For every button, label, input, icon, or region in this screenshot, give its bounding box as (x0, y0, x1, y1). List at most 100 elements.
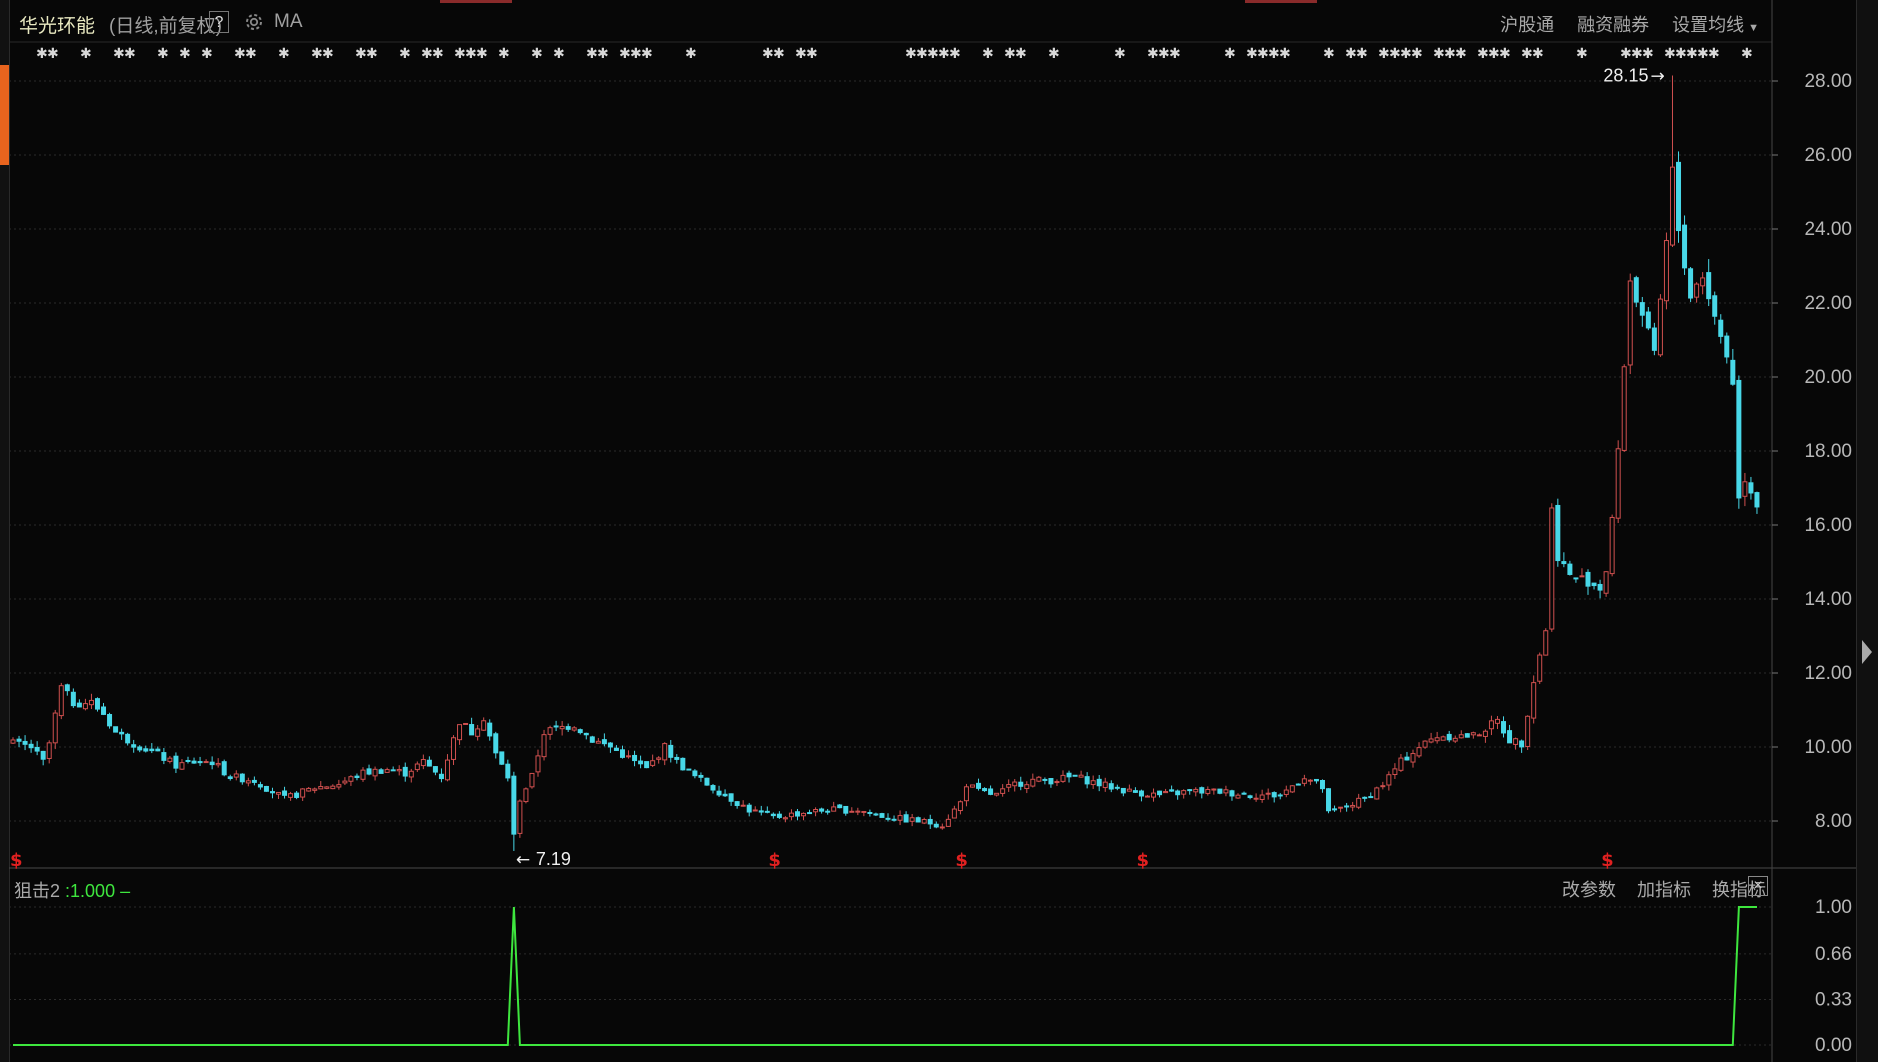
candle (571, 726, 577, 732)
candle (1446, 730, 1452, 743)
candle-body (1193, 788, 1199, 793)
right-scroll-strip[interactable] (1856, 0, 1878, 1062)
kline-chart[interactable]: 28.00 26.00 24.00 22.00 20.00 18.00 16.00 14.00… (0, 0, 1878, 1062)
event-marker-icon: ✱ (322, 46, 334, 62)
candle (746, 802, 752, 817)
candle-body (64, 684, 70, 692)
candle (52, 709, 58, 750)
add-indicator-button[interactable]: 加指标 (1637, 880, 1691, 900)
candle (1386, 771, 1392, 791)
candle-body (1754, 492, 1760, 508)
candle-body (933, 823, 939, 828)
event-marker-icon: ✱ (1246, 46, 1258, 62)
candle-body (1247, 795, 1253, 799)
candle-body (342, 780, 348, 784)
candle-body (113, 726, 119, 733)
event-marker-icon: ✱ (1532, 46, 1544, 62)
candle-body (457, 724, 463, 741)
candle (1163, 788, 1169, 794)
candle-body (1603, 571, 1609, 594)
help-button[interactable]: ? (209, 11, 229, 33)
signal-marker: $ (955, 850, 968, 871)
candle-body (758, 810, 764, 813)
candle (28, 739, 34, 753)
candle-body (939, 826, 945, 829)
candle-body (1319, 780, 1325, 790)
candle (861, 810, 867, 817)
high-price-label: 28.15 (1603, 65, 1648, 85)
candle-body (903, 814, 909, 823)
event-marker-icon: ✱ (245, 46, 257, 62)
candle-body (1513, 738, 1519, 745)
candle-body (716, 790, 722, 796)
candle (1102, 777, 1108, 792)
candle (40, 750, 46, 766)
stock-name[interactable]: 华光环能 (19, 11, 95, 38)
candle-body (1283, 789, 1289, 795)
candle-body (1706, 272, 1712, 300)
period-adjust-label[interactable]: (日线,前复权) (109, 11, 222, 38)
candle-body (1669, 166, 1675, 246)
candle-body (22, 740, 28, 745)
candle-body (52, 712, 58, 744)
price-tick-label: 8.00 (1815, 811, 1852, 832)
candle-body (1108, 783, 1114, 790)
candle (1488, 715, 1494, 736)
candle-body (251, 779, 257, 783)
gear-icon[interactable] (242, 10, 266, 34)
candle (64, 683, 70, 696)
expand-arrow-icon[interactable] (1862, 640, 1872, 664)
candle (867, 809, 873, 817)
candle (686, 768, 692, 771)
candle (1217, 788, 1223, 795)
ma-settings-link[interactable]: 设置均线 ▼ (1672, 15, 1759, 35)
candle (1657, 294, 1663, 358)
candle (1036, 775, 1042, 783)
candle-body (1301, 778, 1307, 784)
candle-body (976, 782, 982, 789)
candle-body (957, 801, 963, 812)
candle (710, 783, 716, 794)
ma-indicator-label[interactable]: MA (274, 11, 303, 33)
candle-body (674, 756, 680, 760)
event-marker-icon: ✱ (1323, 46, 1335, 62)
candle (1151, 788, 1157, 802)
candle (354, 773, 360, 781)
event-marker-icon: ✱ (1576, 46, 1588, 62)
event-marker-icon: ✱ (355, 46, 367, 62)
candle-body (722, 793, 728, 797)
candle (1579, 568, 1585, 578)
candle (414, 761, 420, 772)
candle (1543, 628, 1549, 656)
candle (613, 745, 619, 751)
close-icon[interactable]: × (1748, 876, 1768, 896)
candle (191, 757, 197, 764)
event-marker-icon: ✱ (1268, 46, 1280, 62)
candle-body (1579, 575, 1585, 578)
candle-body (680, 757, 686, 771)
candle (1169, 785, 1175, 792)
candle (1416, 742, 1422, 758)
event-marker-icon: ✱ (432, 46, 444, 62)
candle-body (825, 810, 831, 813)
candle (1138, 789, 1144, 802)
edit-params-button[interactable]: 改参数 (1562, 880, 1616, 900)
candle-body (837, 804, 843, 809)
candle (438, 768, 444, 783)
candle (1718, 314, 1724, 344)
candle (740, 800, 746, 807)
candle-body (1018, 781, 1024, 787)
candle (1374, 786, 1380, 800)
price-tick-label: 28.00 (1804, 71, 1852, 92)
candle (1458, 730, 1464, 739)
candle (837, 804, 843, 809)
event-marker-icon: ✱ (795, 46, 807, 62)
candle-body (1350, 804, 1356, 808)
candle-body (1326, 788, 1332, 812)
candle (577, 728, 583, 735)
margin-trading-link[interactable]: 融资融券 (1577, 15, 1649, 35)
shanghai-connect-link[interactable]: 沪股通 (1500, 15, 1554, 35)
candle (1567, 560, 1573, 576)
sub-indicator-name[interactable]: 狙击2 (14, 881, 60, 901)
candle-body (782, 817, 788, 820)
